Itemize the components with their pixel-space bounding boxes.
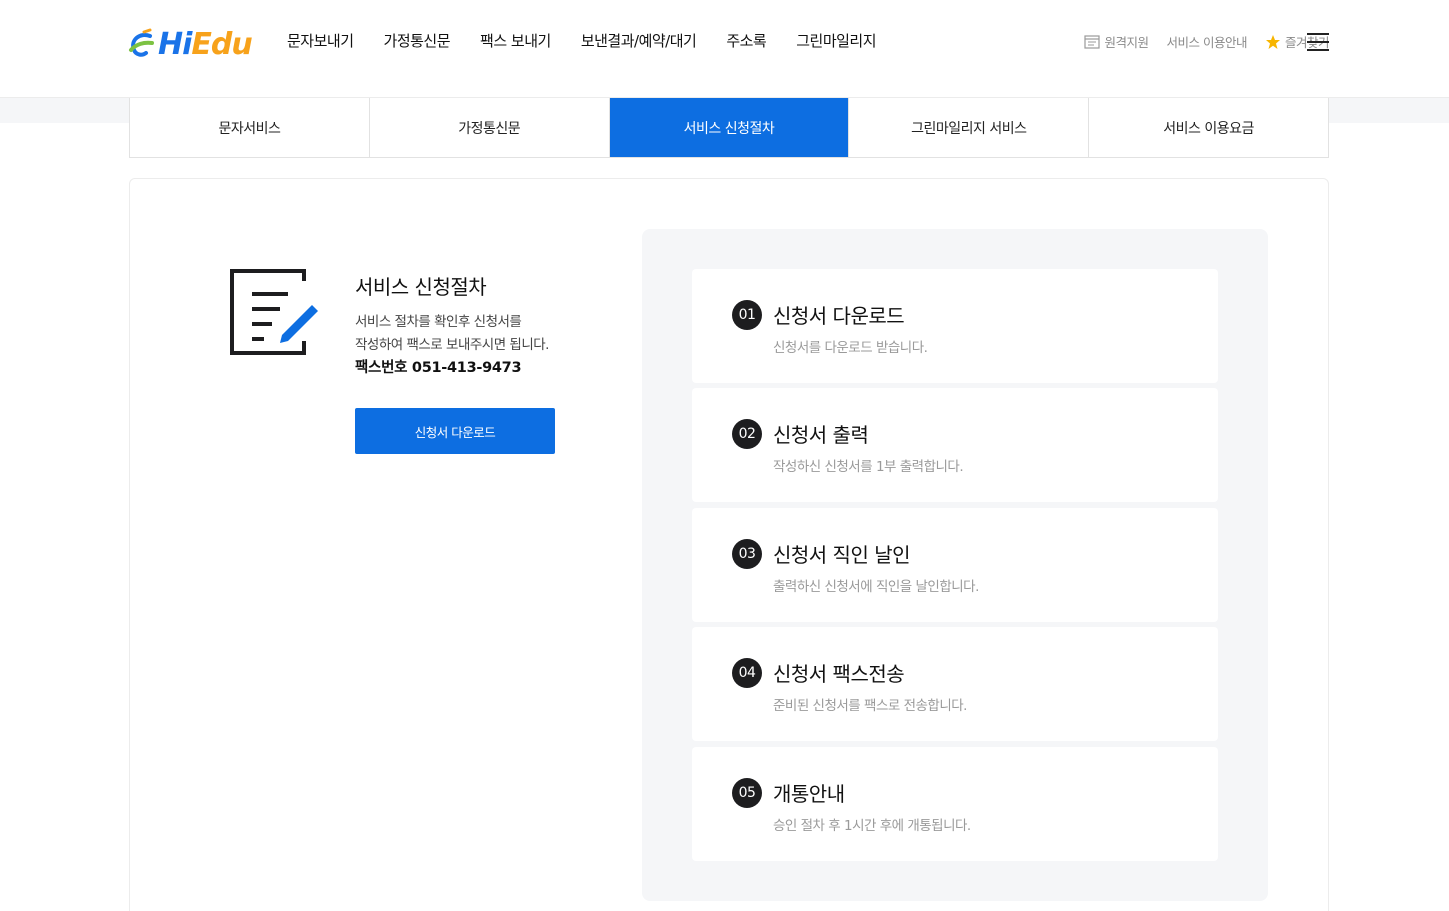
step-title: 개통안내 [773,782,845,806]
service-guide-label: 서비스 이용안내 [1166,35,1248,50]
tab-application-procedure[interactable]: 서비스 신청절차 [609,98,850,157]
nav-item-address-book[interactable]: 주소록 [726,30,766,51]
step-description: 출력하신 신청서에 직인을 날인합니다. [773,579,979,595]
steps-panel: 01 신청서 다운로드 신청서를 다운로드 받습니다. 02 신청서 출력 작성… [642,229,1268,901]
download-application-button[interactable]: 신청서 다운로드 [355,408,555,454]
star-icon [1265,34,1280,49]
nav-item-send-fax[interactable]: 팩스 보내기 [480,30,551,51]
step-description: 승인 절차 후 1시간 후에 개통됩니다. [773,818,971,834]
intro-desc-line-1: 서비스 절차를 확인후 신청서를 [355,314,522,330]
step-title: 신청서 팩스전송 [773,662,905,686]
nav-item-newsletter[interactable]: 가정통신문 [384,30,451,51]
site-header: HiEdu 문자보내기 가정통신문 팩스 보내기 보낸결과/예약/대기 주소록 … [0,0,1449,98]
remote-support-label: 원격지원 [1104,35,1149,50]
tab-pricing[interactable]: 서비스 이용요금 [1089,98,1328,157]
step-card: 01 신청서 다운로드 신청서를 다운로드 받습니다. [692,269,1218,383]
tab-sms-service[interactable]: 문자서비스 [130,98,370,157]
step-description: 신청서를 다운로드 받습니다. [773,340,928,356]
fax-number: 팩스번호 051-413-9473 [355,360,522,376]
utility-links: 원격지원 서비스 이용안내 즐겨찾기 [1084,32,1330,51]
step-number-badge: 04 [732,658,762,688]
step-card: 04 신청서 팩스전송 준비된 신청서를 팩스로 전송합니다. [692,627,1218,741]
step-card: 02 신청서 출력 작성하신 신청서를 1부 출력합니다. [692,388,1218,502]
intro-title: 서비스 신청절차 [355,275,487,299]
tab-green-mileage-service[interactable]: 그린마일리지 서비스 [849,98,1090,157]
main-nav: 문자보내기 가정통신문 팩스 보내기 보낸결과/예약/대기 주소록 그린마일리지 [287,30,877,51]
step-number-badge: 03 [732,539,762,569]
nav-item-green-mileage[interactable]: 그린마일리지 [796,30,876,51]
intro-description: 서비스 절차를 확인후 신청서를 작성하여 팩스로 보내주시면 됩니다. [355,311,549,357]
content-card: 서비스 신청절차 서비스 절차를 확인후 신청서를 작성하여 팩스로 보내주시면… [129,178,1329,911]
remote-support-icon [1084,34,1101,49]
step-number-badge: 01 [732,300,762,330]
nav-item-results[interactable]: 보낸결과/예약/대기 [581,30,697,51]
logo[interactable]: HiEdu [128,24,260,64]
step-number-badge: 05 [732,778,762,808]
step-number-badge: 02 [732,419,762,449]
tab-newsletter[interactable]: 가정통신문 [370,98,610,157]
step-description: 작성하신 신청서를 1부 출력합니다. [773,459,964,475]
logo-text: HiEdu [158,26,253,62]
intro-desc-line-2: 작성하여 팩스로 보내주시면 됩니다. [355,337,549,353]
step-title: 신청서 출력 [773,423,869,447]
step-title: 신청서 다운로드 [773,304,905,328]
service-guide-link[interactable]: 서비스 이용안내 [1166,32,1248,51]
remote-support-link[interactable]: 원격지원 [1084,32,1149,51]
hamburger-menu-icon[interactable] [1307,33,1329,51]
step-card: 03 신청서 직인 날인 출력하신 신청서에 직인을 날인합니다. [692,508,1218,622]
step-title: 신청서 직인 날인 [773,543,911,567]
document-edit-icon [230,269,318,355]
step-description: 준비된 신청서를 팩스로 전송합니다. [773,698,967,714]
nav-item-send-sms[interactable]: 문자보내기 [287,30,354,51]
step-card: 05 개통안내 승인 절차 후 1시간 후에 개통됩니다. [692,747,1218,861]
service-tabs: 문자서비스 가정통신문 서비스 신청절차 그린마일리지 서비스 서비스 이용요금 [129,98,1329,158]
logo-mark-icon [129,28,154,57]
